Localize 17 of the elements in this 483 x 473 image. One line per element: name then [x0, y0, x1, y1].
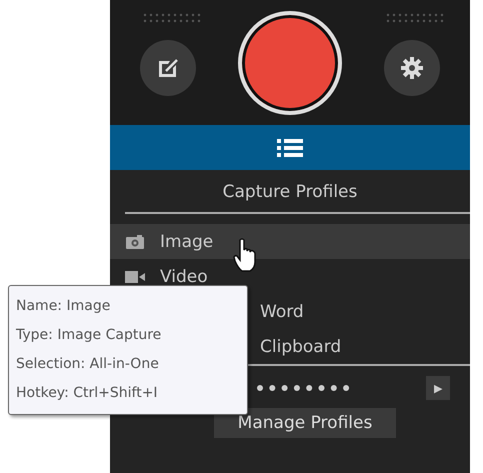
- speaker-grille-icon: [142, 12, 202, 24]
- tooltip-line: Type: Image Capture: [16, 326, 162, 345]
- page-dots-icon: [256, 384, 352, 392]
- profile-item[interactable]: Video: [110, 259, 470, 294]
- profile-item[interactable]: Image: [110, 224, 470, 259]
- tooltip-line: Hotkey: Ctrl+Shift+I: [16, 384, 159, 403]
- speaker-grille-icon: [385, 12, 445, 24]
- hand-cursor-icon: [233, 238, 259, 272]
- camera-icon: [126, 234, 144, 248]
- settings-icon: [400, 56, 424, 80]
- tooltip-line: Selection: All-in-One: [16, 355, 160, 374]
- tooltip-line: Name: Image: [16, 297, 112, 316]
- list-icon: [277, 138, 303, 158]
- section-title: Capture Profiles: [222, 181, 358, 204]
- manage-profiles-button[interactable]: Manage Profiles: [214, 408, 396, 438]
- play-button[interactable]: ▶: [426, 376, 450, 400]
- video-camera-icon: [125, 270, 145, 282]
